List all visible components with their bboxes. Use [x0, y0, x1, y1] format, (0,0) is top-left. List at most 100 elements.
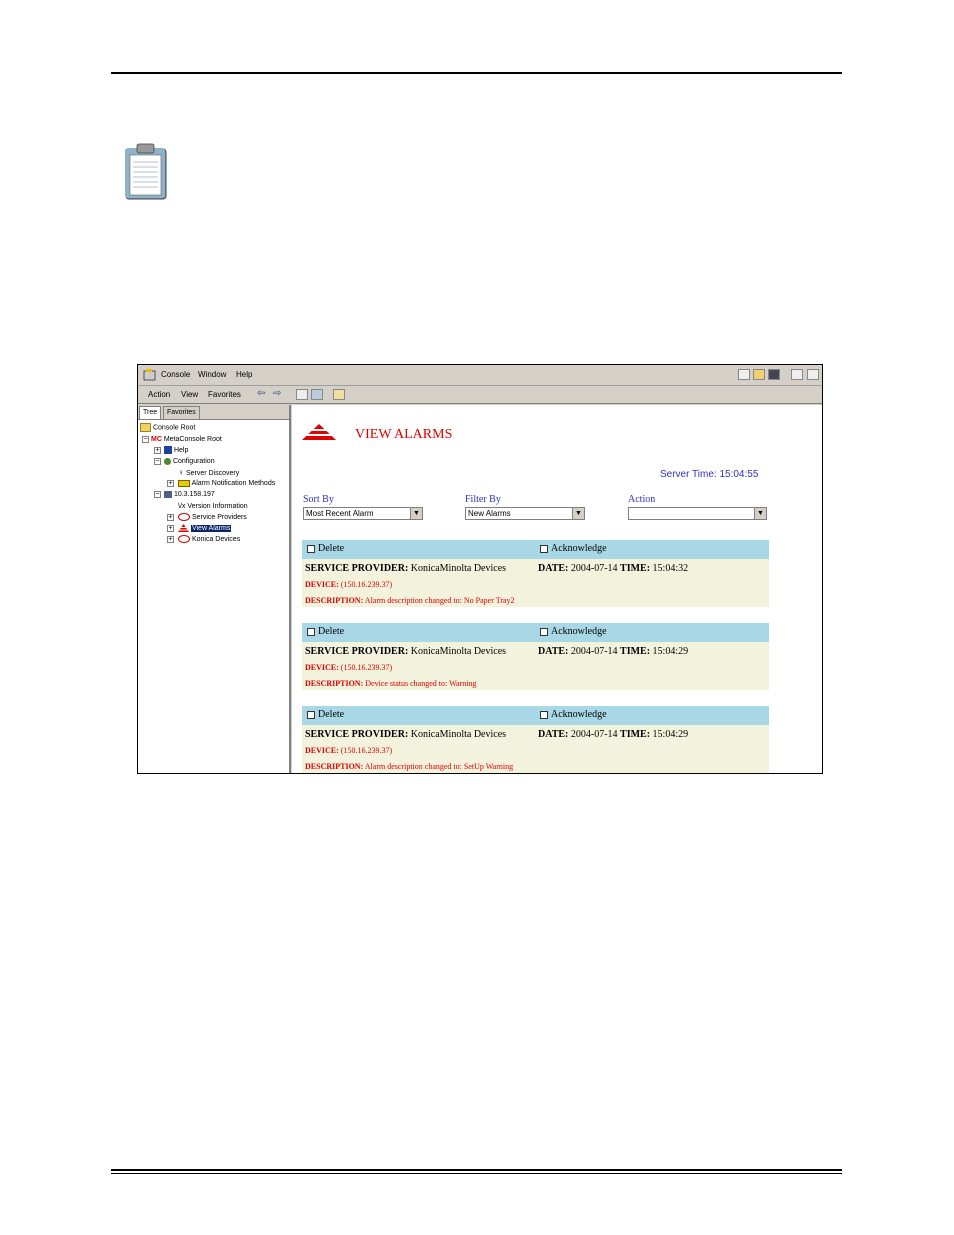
chevron-down-icon[interactable]: ▼: [410, 508, 422, 519]
tree-server-ip-label: 10.3.158.197: [173, 491, 215, 498]
tree-expand[interactable]: +: [167, 480, 174, 487]
device: DEVICE: (150.16.239.37): [305, 663, 392, 672]
delete-checkbox[interactable]: [307, 545, 315, 553]
acknowledge-label: Acknowledge: [551, 709, 607, 720]
alarm-body: SERVICE PROVIDER: KonicaMinolta Devices …: [302, 559, 769, 607]
content-pane: VIEW ALARMS Server Time: 15:04:55 Sort B…: [292, 405, 822, 773]
date-label: DATE:: [538, 563, 569, 574]
menu-help[interactable]: Help: [236, 370, 252, 379]
date-time: DATE: 2004-07-14 TIME: 15:04:29: [538, 729, 688, 740]
tab-favorites[interactable]: Favorites: [163, 406, 200, 419]
tree-metaconsole-root[interactable]: MC MetaConsole Root: [151, 435, 222, 444]
alarm-header: Delete Acknowledge: [302, 706, 769, 725]
new-icon[interactable]: [738, 369, 750, 380]
device: DEVICE: (150.16.239.37): [305, 746, 392, 755]
device-label: DEVICE:: [305, 663, 339, 672]
time-value: 15:04:32: [652, 563, 689, 574]
tree-collapse[interactable]: −: [154, 491, 161, 498]
time-value: 15:04:29: [652, 646, 689, 657]
date-time: DATE: 2004-07-14 TIME: 15:04:29: [538, 646, 688, 657]
device-value: (150.16.239.37): [340, 580, 393, 589]
menu-favorites[interactable]: Favorites: [208, 390, 241, 399]
header-rule: [111, 72, 842, 74]
tree-collapse[interactable]: −: [142, 436, 149, 443]
tree-service-providers[interactable]: Service Providers: [178, 513, 247, 522]
delete-label: Delete: [318, 543, 345, 554]
devices-icon: [178, 535, 190, 544]
tree-expand[interactable]: +: [167, 525, 174, 532]
view-alarms-icon: [302, 424, 336, 440]
forward-icon[interactable]: ⇨: [273, 388, 281, 399]
back-icon[interactable]: ⇦: [257, 388, 265, 399]
tree-expand[interactable]: +: [154, 447, 161, 454]
console-icon: [143, 369, 156, 381]
mmc-window: Console Window Help Action View Favorite…: [137, 364, 823, 774]
alarm-header: Delete Acknowledge: [302, 540, 769, 559]
filter-by-label: Filter By: [465, 494, 501, 505]
tree-server-discovery[interactable]: ♀ Server Discovery: [178, 468, 239, 478]
tree-expand[interactable]: +: [167, 536, 174, 543]
tree-help-label: Help: [173, 447, 189, 454]
tree-konica-devices[interactable]: Konica Devices: [178, 535, 240, 544]
description-value: Device status changed to: Warning: [365, 679, 477, 688]
menu-action[interactable]: Action: [148, 390, 170, 399]
folder-icon: [140, 423, 151, 432]
tree-alarm-notification[interactable]: Alarm Notification Methods: [178, 479, 275, 488]
description: DESCRIPTION: Alarm description changed t…: [305, 596, 515, 605]
export-icon[interactable]: [333, 389, 345, 400]
notification-icon: [178, 479, 190, 487]
tab-tree[interactable]: Tree: [139, 406, 162, 419]
menu-console[interactable]: Console: [161, 370, 190, 379]
delete-checkbox[interactable]: [307, 628, 315, 636]
acknowledge-checkbox[interactable]: [540, 628, 548, 636]
tree-collapse[interactable]: −: [154, 458, 161, 465]
tree-view-alarms[interactable]: View Alarms: [178, 524, 232, 533]
action-select[interactable]: ▼: [628, 507, 767, 520]
tree-alarm-notification-label: Alarm Notification Methods: [191, 480, 276, 487]
action-label: Action: [628, 494, 656, 505]
tree-console-root-label: Console Root: [152, 424, 196, 432]
filter-by-select[interactable]: New Alarms ▼: [465, 507, 585, 520]
date-value: 2004-07-14: [570, 563, 618, 574]
service-provider-label: SERVICE PROVIDER:: [305, 646, 409, 657]
chevron-down-icon[interactable]: ▼: [754, 508, 766, 519]
tree-help[interactable]: Help: [164, 446, 188, 455]
sort-by-select[interactable]: Most Recent Alarm ▼: [303, 507, 423, 520]
time-value: 15:04:29: [652, 729, 689, 740]
show-tree-icon[interactable]: [296, 389, 308, 400]
menu-window[interactable]: Window: [198, 370, 226, 379]
date-label: DATE:: [538, 646, 569, 657]
time-label: TIME:: [620, 729, 651, 740]
device-label: DEVICE:: [305, 580, 339, 589]
acknowledge-label: Acknowledge: [551, 543, 607, 554]
delete-label: Delete: [318, 709, 345, 720]
delete-checkbox[interactable]: [307, 711, 315, 719]
tree-tabs: Tree Favorites: [138, 405, 289, 420]
details-icon[interactable]: [311, 389, 323, 400]
device-label: DEVICE:: [305, 746, 339, 755]
acknowledge-checkbox[interactable]: [540, 711, 548, 719]
save-icon[interactable]: [768, 369, 780, 380]
restore-window-icon[interactable]: [791, 369, 803, 380]
alarm-entry: Delete Acknowledge SERVICE PROVIDER: Kon…: [302, 706, 769, 773]
sort-by-label: Sort By: [303, 494, 334, 505]
menu-view[interactable]: View: [181, 390, 198, 399]
action-toolbar: Action View Favorites ⇦ ⇨: [138, 386, 822, 404]
tree-console-root[interactable]: Console Root: [140, 423, 195, 432]
description-label: DESCRIPTION:: [305, 679, 364, 688]
tree-server-discovery-label: Server Discovery: [185, 470, 240, 477]
tree-configuration[interactable]: Configuration: [164, 457, 215, 466]
tree-view-alarms-label: View Alarms: [190, 525, 232, 532]
device-value: (150.16.239.37): [340, 746, 393, 755]
filter-by-value: New Alarms: [468, 509, 511, 518]
acknowledge-checkbox[interactable]: [540, 545, 548, 553]
tree-server-ip[interactable]: 10.3.158.197: [164, 490, 215, 499]
open-icon[interactable]: [753, 369, 765, 380]
minimize-icon[interactable]: [807, 369, 819, 380]
service-provider: SERVICE PROVIDER: KonicaMinolta Devices: [305, 646, 506, 657]
tree-expand[interactable]: +: [167, 514, 174, 521]
time-label: TIME:: [620, 646, 651, 657]
chevron-down-icon[interactable]: ▼: [572, 508, 584, 519]
tree-version-info[interactable]: \/x Version Information: [178, 502, 248, 511]
description-value: Alarm description changed to: No Paper T…: [364, 596, 515, 605]
